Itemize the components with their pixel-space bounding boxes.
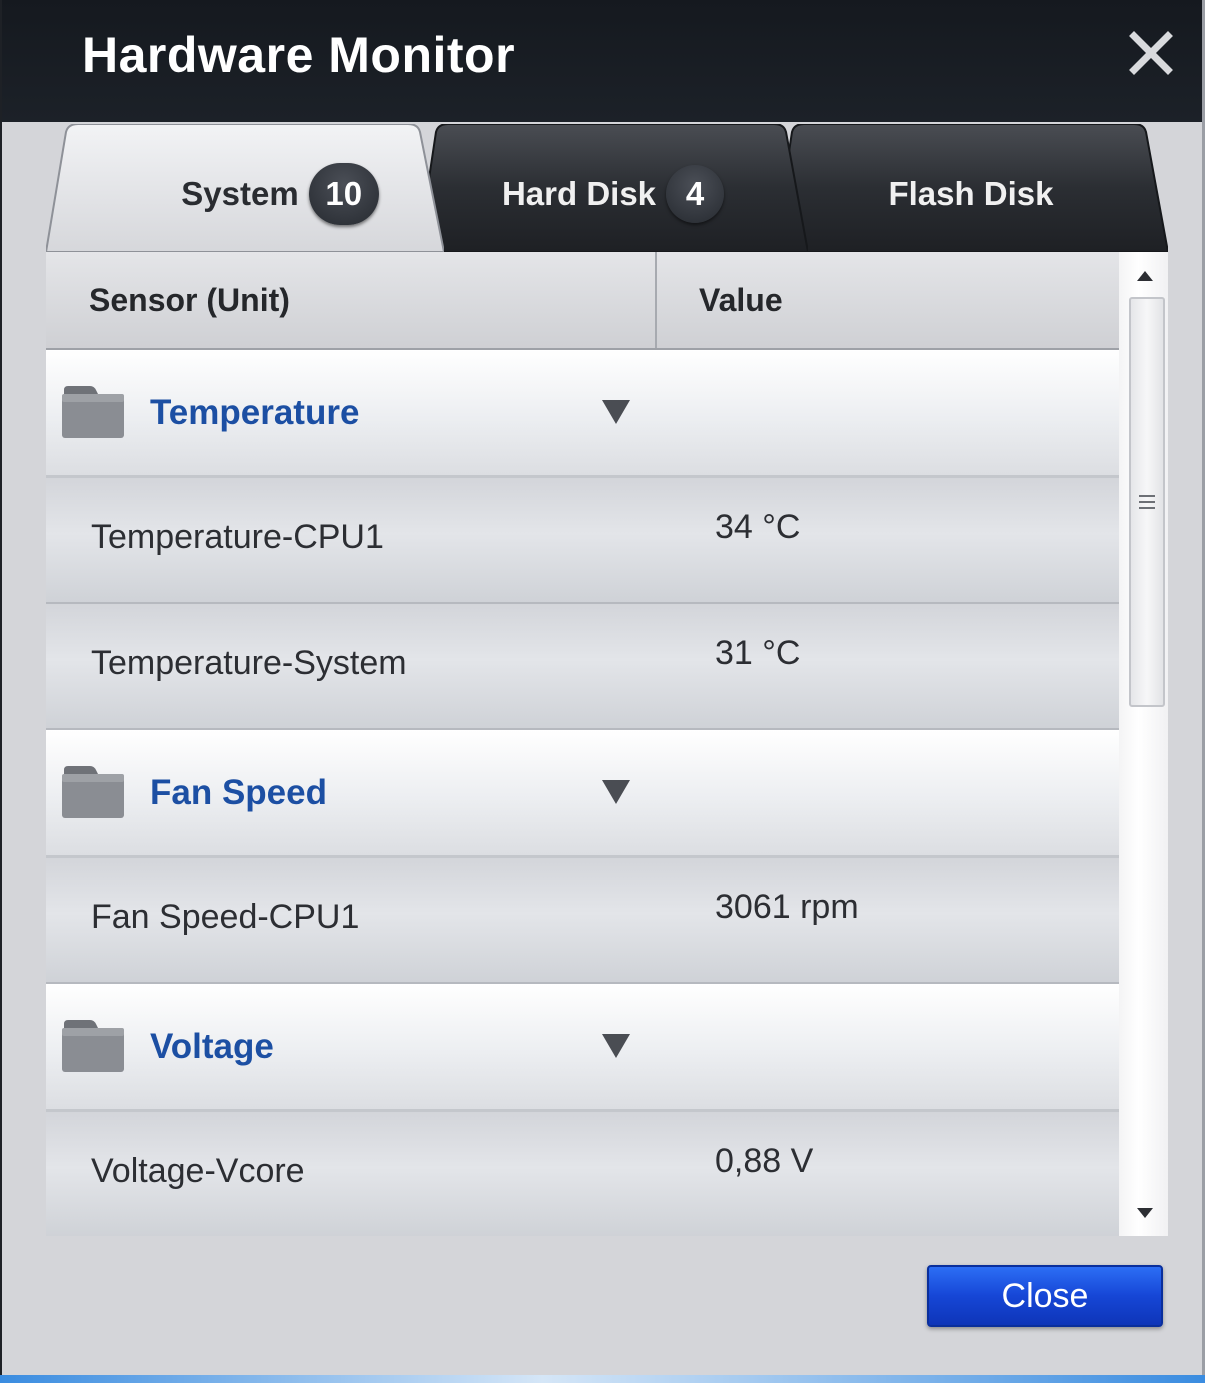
tab-label: Flash Disk — [888, 175, 1054, 212]
scroll-down-arrow-icon[interactable] — [1136, 1207, 1154, 1219]
folder-icon — [62, 386, 124, 438]
collapse-arrow-icon[interactable] — [600, 398, 632, 426]
count-badge: 10 — [308, 163, 379, 225]
tab-hard-disk[interactable]: Hard Disk 4 — [418, 124, 808, 252]
window-title: Hardware Monitor — [82, 27, 516, 83]
tab-bar: Flash Disk Hard Disk 4 System 10 — [46, 124, 1168, 252]
folder-icon — [62, 1020, 124, 1072]
scroll-grip-icon — [1139, 495, 1155, 509]
tab-label: Hard Disk — [501, 175, 657, 212]
close-button[interactable]: Close — [927, 1265, 1163, 1327]
sensor-value: 31 °C — [715, 634, 801, 672]
column-header-value[interactable]: Value — [657, 252, 1119, 348]
sensor-value: 3061 rpm — [715, 888, 859, 926]
sensor-name: Temperature-System — [91, 644, 407, 682]
sensor-name: Voltage-Vcore — [91, 1152, 305, 1190]
count-badge: 4 — [666, 165, 725, 223]
hardware-monitor-window: Hardware Monitor Flash Disk Hard Disk 4 — [0, 0, 1205, 1383]
scroll-thumb[interactable] — [1129, 297, 1165, 707]
sensor-value: 34 °C — [715, 508, 801, 546]
sensor-table: Sensor (Unit) Value Temperature Temperat… — [46, 252, 1119, 1236]
tab-system[interactable]: System 10 — [46, 124, 444, 252]
folder-icon — [62, 766, 124, 818]
tab-flash-disk[interactable]: Flash Disk — [774, 124, 1168, 252]
group-label: Temperature — [150, 392, 360, 432]
group-row-fan-speed[interactable]: Fan Speed — [46, 730, 1119, 858]
table-header: Sensor (Unit) Value — [46, 252, 1119, 350]
vertical-scrollbar[interactable] — [1119, 252, 1168, 1236]
collapse-arrow-icon[interactable] — [600, 1032, 632, 1060]
scroll-up-arrow-icon[interactable] — [1136, 270, 1154, 282]
sensor-name: Temperature-CPU1 — [91, 518, 384, 556]
table-row[interactable]: Temperature-System 31 °C — [46, 604, 1119, 730]
dialog-footer: Close — [46, 1236, 1168, 1375]
group-label: Fan Speed — [150, 772, 327, 812]
taskbar-edge — [0, 1375, 1205, 1383]
group-label: Voltage — [150, 1026, 274, 1066]
table-row[interactable]: Voltage-Vcore 0,88 V — [46, 1112, 1119, 1236]
title-bar: Hardware Monitor — [2, 0, 1202, 122]
table-row[interactable]: Temperature-CPU1 34 °C — [46, 478, 1119, 604]
close-icon[interactable] — [1128, 30, 1174, 76]
sensor-value: 0,88 V — [715, 1142, 814, 1180]
group-row-voltage[interactable]: Voltage — [46, 984, 1119, 1112]
collapse-arrow-icon[interactable] — [600, 778, 632, 806]
sensor-name: Fan Speed-CPU1 — [91, 898, 360, 936]
column-header-sensor[interactable]: Sensor (Unit) — [46, 252, 657, 348]
group-row-temperature[interactable]: Temperature — [46, 350, 1119, 478]
table-row[interactable]: Fan Speed-CPU1 3061 rpm — [46, 858, 1119, 984]
tab-label: System — [181, 175, 299, 212]
